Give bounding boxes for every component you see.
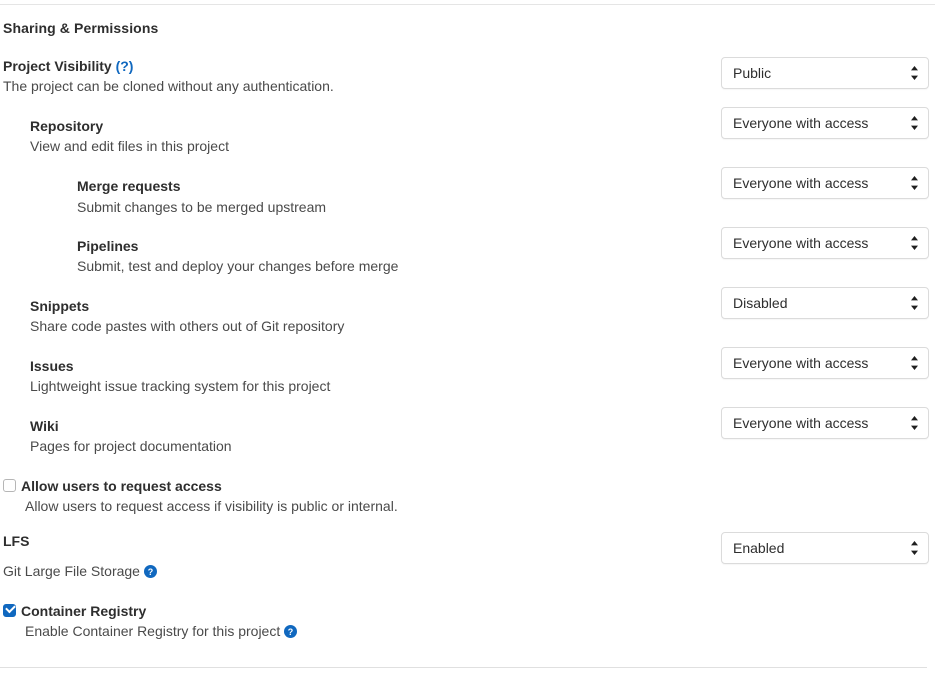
select-updown-arrows-icon — [910, 539, 919, 557]
project-visibility-select[interactable]: Public — [721, 57, 929, 89]
container-registry-description: Enable Container Registry for this proje… — [25, 623, 298, 639]
feature-issues-description: Lightweight issue tracking system for th… — [30, 378, 331, 394]
top-divider — [0, 4, 935, 5]
checkmark-icon — [5, 602, 16, 614]
select-updown-arrows-icon — [910, 114, 919, 132]
feature-merge-requests-label: Merge requests — [77, 178, 181, 194]
allow-request-access-label: Allow users to request access — [21, 478, 222, 494]
svg-text:?: ? — [288, 627, 293, 637]
feature-pipelines-select-value: Everyone with access — [733, 235, 869, 251]
feature-wiki-description: Pages for project documentation — [30, 438, 232, 454]
allow-request-access-description: Allow users to request access if visibil… — [25, 498, 398, 514]
feature-merge-requests-select-value: Everyone with access — [733, 175, 869, 191]
feature-wiki-select[interactable]: Everyone with access — [721, 407, 929, 439]
feature-snippets-select-value: Disabled — [733, 295, 788, 311]
project-visibility-label: Project Visibility (?) — [3, 58, 133, 74]
feature-snippets-description: Share code pastes with others out of Git… — [30, 318, 345, 334]
feature-pipelines-description: Submit, test and deploy your changes bef… — [77, 258, 399, 274]
svg-text:?: ? — [148, 567, 153, 577]
feature-issues-label: Issues — [30, 358, 74, 374]
feature-repository-select-value: Everyone with access — [733, 115, 869, 131]
project-visibility-select-value: Public — [733, 65, 772, 81]
feature-repository-description: View and edit files in this project — [30, 138, 229, 154]
select-updown-arrows-icon — [910, 174, 919, 192]
project-visibility-description: The project can be cloned without any au… — [3, 78, 334, 94]
sharing-permissions-panel: Sharing & Permissions Project Visibility… — [0, 0, 935, 673]
select-updown-arrows-icon — [910, 294, 919, 312]
bottom-divider — [0, 667, 927, 668]
select-updown-arrows-icon — [910, 234, 919, 252]
feature-pipelines-label: Pipelines — [77, 238, 139, 254]
lfs-description-text: Git Large File Storage — [3, 563, 140, 579]
lfs-label: LFS — [3, 533, 30, 549]
container-registry-checkbox[interactable] — [3, 602, 16, 617]
feature-repository-label: Repository — [30, 118, 104, 134]
feature-issues-select[interactable]: Everyone with access — [721, 347, 929, 379]
feature-wiki-select-value: Everyone with access — [733, 415, 869, 431]
feature-merge-requests-select[interactable]: Everyone with access — [721, 167, 929, 199]
feature-pipelines-select[interactable]: Everyone with access — [721, 227, 929, 259]
select-updown-arrows-icon — [910, 354, 919, 372]
feature-wiki-label: Wiki — [30, 418, 59, 434]
lfs-select[interactable]: Enabled — [721, 532, 929, 564]
feature-issues-select-value: Everyone with access — [733, 355, 869, 371]
lfs-select-value: Enabled — [733, 540, 785, 556]
container-registry-label: Container Registry — [21, 603, 147, 619]
feature-snippets-select[interactable]: Disabled — [721, 287, 929, 319]
select-updown-arrows-icon — [910, 414, 919, 432]
help-circle-icon[interactable]: ? — [284, 625, 298, 638]
page-title: Sharing & Permissions — [3, 20, 159, 36]
feature-snippets-label: Snippets — [30, 298, 90, 314]
project-visibility-label-text: Project Visibility — [3, 58, 112, 74]
project-visibility-help-link[interactable]: (?) — [116, 58, 134, 74]
allow-request-access-checkbox[interactable] — [3, 479, 16, 492]
lfs-description: Git Large File Storage? — [3, 563, 157, 579]
feature-merge-requests-description: Submit changes to be merged upstream — [77, 199, 327, 215]
help-circle-icon[interactable]: ? — [143, 565, 157, 578]
select-updown-arrows-icon — [910, 64, 919, 82]
container-registry-description-text: Enable Container Registry for this proje… — [25, 623, 281, 639]
feature-repository-select[interactable]: Everyone with access — [721, 107, 929, 139]
